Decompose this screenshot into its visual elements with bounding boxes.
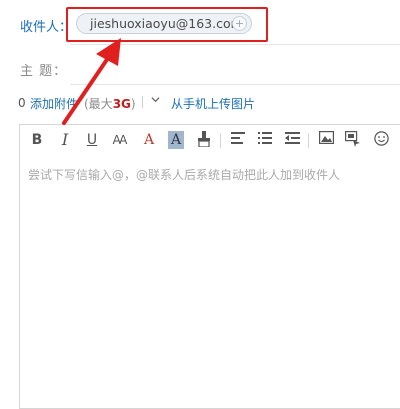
list-icon[interactable]	[257, 131, 273, 149]
editor-toolbar: B I U AA A A	[20, 125, 400, 155]
chevron-down-icon[interactable]	[151, 95, 160, 107]
attachment-max-size: (最大3G)	[84, 97, 136, 111]
emoji-icon[interactable]	[373, 131, 389, 149]
italic-button[interactable]: I	[57, 131, 73, 149]
brush-icon[interactable]	[196, 131, 212, 149]
annotation-highlight-box	[66, 7, 268, 42]
subject-label: 主 题：	[20, 64, 68, 79]
toolbar-divider	[308, 133, 309, 148]
add-attachment-link[interactable]: 添加附件	[30, 95, 78, 112]
to-field-underline	[70, 44, 400, 45]
outdent-icon[interactable]	[284, 131, 300, 149]
image-icon[interactable]	[318, 131, 334, 149]
divider	[142, 96, 143, 108]
paperclip-icon: 0	[18, 96, 26, 110]
message-editor[interactable]: B I U AA A A 尝试下写信输入@，@联系人后系统自动把此人加到收件人	[19, 124, 400, 409]
font-size-button[interactable]: AA	[111, 131, 128, 149]
highlight-color-button[interactable]: A	[168, 131, 184, 149]
screenshot-icon[interactable]	[345, 131, 361, 149]
attachment-size-value: 3G	[112, 97, 131, 111]
body-placeholder: 尝试下写信输入@，@联系人后系统自动把此人加到收件人	[28, 168, 341, 182]
to-label: 收件人：	[20, 20, 73, 35]
upload-from-phone-link[interactable]: 从手机上传图片	[171, 95, 255, 112]
align-left-icon[interactable]	[230, 131, 246, 149]
bold-button[interactable]: B	[29, 131, 45, 149]
subject-field-underline	[70, 84, 400, 85]
underline-button[interactable]: U	[84, 131, 100, 149]
font-color-button[interactable]: A	[141, 131, 157, 149]
toolbar-divider	[220, 133, 221, 148]
